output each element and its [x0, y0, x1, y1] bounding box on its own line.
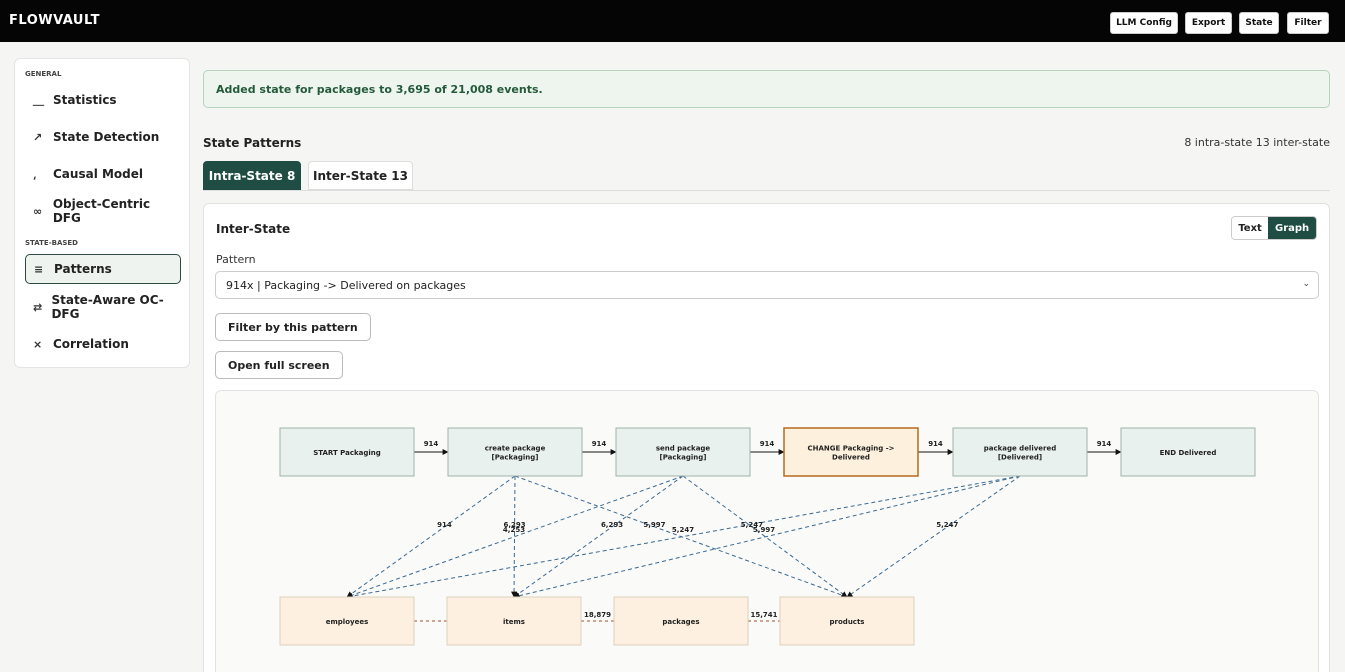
sidebar-item-statistics[interactable]: ⸏ Statistics — [25, 85, 181, 115]
export-button[interactable]: Export — [1185, 12, 1232, 34]
node-label: Delivered — [832, 454, 870, 462]
llm-config-button[interactable]: LLM Config — [1110, 12, 1178, 34]
toggle-graph-button[interactable]: Graph — [1268, 217, 1316, 239]
pattern-graph: 914 914 914 914 914 START Packaging create pa… — [279, 427, 1256, 646]
node-label: START Packaging — [313, 449, 381, 457]
correlation-icon: ⨯ — [33, 337, 43, 351]
app-title: FLOWVAULT — [9, 13, 100, 28]
node-end-delivered: END Delivered — [1120, 427, 1256, 477]
line-chart-icon: ↗ — [33, 130, 43, 144]
object-employees: employees — [279, 596, 415, 646]
filter-button[interactable]: Filter — [1287, 12, 1329, 34]
object-link-label: 15,741 — [750, 611, 777, 619]
object-label: products — [830, 618, 865, 626]
relation-edge-label: 4,253 — [503, 526, 525, 534]
object-items: items — [446, 596, 582, 646]
node-label: [Packaging] — [492, 454, 539, 462]
node-create-package-packaging: create package[Packaging] — [447, 427, 583, 477]
sidebar: GENERAL ⸏ Statistics ↗ State Detection ⸲… — [14, 58, 190, 368]
node-label: create package — [485, 445, 546, 453]
bar-chart-icon: ⸏ — [33, 93, 44, 107]
graph-canvas[interactable]: 914 914 914 914 914 START Packaging create pa… — [215, 390, 1319, 672]
chevron-down-icon: ⌄ — [1302, 279, 1310, 289]
relation-edge-label: 5,247 — [672, 526, 694, 534]
pattern-counts: 8 intra-state 13 inter-state — [1184, 136, 1330, 149]
section-label-general: GENERAL — [25, 70, 62, 78]
pattern-select-value: 914x | Packaging -> Delivered on package… — [226, 278, 466, 292]
node-label: package delivered — [984, 445, 1057, 453]
object-label: packages — [662, 618, 699, 626]
relation-edge-label: 5,997 — [753, 526, 775, 534]
node-package-delivered-delivered: package delivered[Delivered] — [952, 427, 1088, 477]
node-start-packaging: START Packaging — [279, 427, 415, 477]
object-products: products — [779, 596, 915, 646]
sidebar-item-label: Patterns — [54, 262, 112, 276]
object-link-label: 18,879 — [584, 611, 611, 619]
state-button[interactable]: State — [1239, 12, 1279, 34]
node-label: send package — [656, 445, 711, 453]
object-label: items — [503, 618, 525, 626]
tab-divider — [203, 190, 1330, 191]
sidebar-item-patterns[interactable]: ≡ Patterns — [25, 254, 181, 284]
relation-edge-label: 914 — [437, 521, 452, 529]
relation-edge-label: 5,997 — [643, 521, 665, 529]
sidebar-item-label: State Detection — [53, 130, 160, 144]
relation-edge — [513, 475, 684, 598]
object-packages: packages — [613, 596, 749, 646]
relation-edge-label: 6,293 — [601, 521, 623, 529]
sidebar-item-state-detection[interactable]: ↗ State Detection — [25, 122, 181, 152]
node-label: [Delivered] — [998, 454, 1042, 462]
flow-edge-label: 914 — [1097, 440, 1112, 448]
tab-intra-state[interactable]: Intra-State 8 — [203, 161, 301, 190]
flow-edge-label: 914 — [760, 440, 775, 448]
pattern-card: Inter-State Text Graph Pattern 914x | Pa… — [203, 203, 1330, 672]
success-alert: Added state for packages to 3,695 of 21,… — [203, 70, 1330, 108]
flow-edge-label: 914 — [424, 440, 439, 448]
relation-edge — [346, 475, 684, 598]
section-label-state-based: STATE-BASED — [25, 239, 78, 247]
relation-edge — [346, 475, 516, 598]
sidebar-item-label: Correlation — [53, 337, 129, 351]
sidebar-item-label: State-Aware OC-DFG — [51, 293, 164, 321]
filter-by-pattern-button[interactable]: Filter by this pattern — [215, 313, 371, 341]
node-label: CHANGE Packaging -> — [807, 445, 894, 453]
node-change-packaging-delivered: CHANGE Packaging ->Delivered — [783, 427, 919, 477]
sidebar-item-label: Statistics — [53, 93, 117, 107]
list-icon: ≡ — [34, 262, 44, 276]
node-label: [Packaging] — [660, 454, 707, 462]
pattern-select[interactable]: 914x | Packaging -> Delivered on package… — [215, 271, 1319, 299]
node-label: END Delivered — [1160, 449, 1217, 457]
sidebar-item-label: Causal Model — [53, 167, 144, 181]
sidebar-item-label: Object-Centric DFG — [52, 197, 151, 225]
toggle-text-button[interactable]: Text — [1232, 217, 1269, 239]
flow-edge-label: 914 — [928, 440, 943, 448]
relation-edge — [846, 475, 1021, 598]
sidebar-item-object-centric-dfg[interactable]: ∞ Object-Centric DFG — [25, 196, 181, 226]
node-send-package-packaging: send package[Packaging] — [615, 427, 751, 477]
view-toggle: Text Graph — [1231, 216, 1317, 240]
page-title: State Patterns — [203, 136, 302, 150]
flow-edge-label: 914 — [592, 440, 607, 448]
tab-inter-state[interactable]: Inter-State 13 — [308, 161, 413, 190]
relation-edge-label: 5,247 — [936, 521, 958, 529]
sidebar-item-correlation[interactable]: ⨯ Correlation — [25, 329, 181, 359]
relation-edge — [346, 475, 1021, 599]
pattern-label: Pattern — [216, 253, 256, 266]
top-bar: FLOWVAULT LLM Config Export State Filter — [0, 0, 1345, 42]
flow-icon: ⇄ — [33, 300, 43, 314]
card-title: Inter-State — [216, 222, 291, 236]
causal-graph-icon: ⸲ — [33, 167, 36, 181]
open-full-screen-button[interactable]: Open full screen — [215, 351, 343, 379]
sidebar-item-state-aware-oc-dfg[interactable]: ⇄ State-Aware OC-DFG — [25, 292, 181, 322]
relation-edge — [513, 475, 1021, 599]
dfg-icon: ∞ — [33, 204, 43, 218]
sidebar-item-causal-model[interactable]: ⸲ Causal Model — [25, 159, 181, 189]
object-label: employees — [326, 618, 369, 626]
